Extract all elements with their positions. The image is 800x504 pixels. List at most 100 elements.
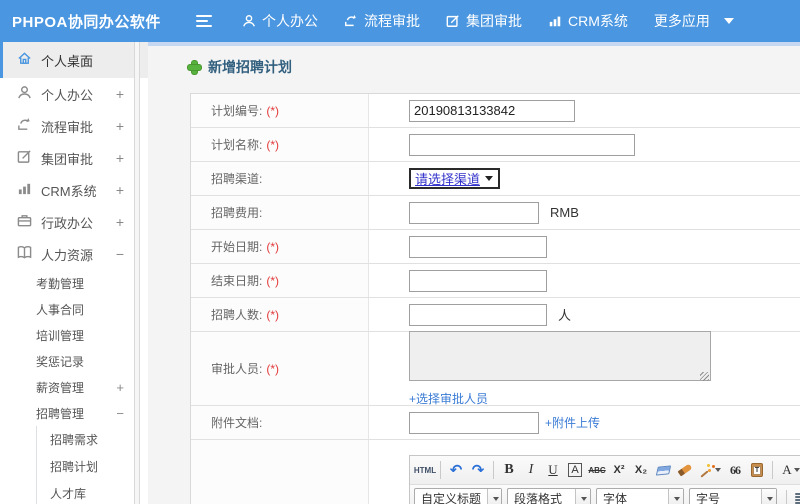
subscript-button[interactable]: X₂ bbox=[630, 460, 652, 481]
form-row-start-date: 开始日期: (*) bbox=[191, 230, 800, 264]
expand-plus-icon[interactable]: + bbox=[116, 380, 124, 395]
sidebar-item-attendance[interactable]: 考勤管理 bbox=[0, 270, 148, 296]
sidebar: 个人桌面 个人办公 + 流程审批 + 集团审批 + CRM系统 + 行政办公 + bbox=[0, 42, 148, 504]
add-plus-icon bbox=[188, 60, 201, 74]
bar-chart-icon bbox=[548, 14, 562, 28]
form-row-plan-no: 计划编号: (*) bbox=[191, 94, 800, 128]
sidebar-item-process-approval[interactable]: 流程审批 + bbox=[0, 110, 148, 142]
approver-textarea[interactable] bbox=[409, 330, 711, 381]
field-label: 开始日期: (*) bbox=[191, 230, 369, 263]
choose-approver-link[interactable]: +选择审批人员 bbox=[409, 390, 488, 407]
nav-personal-office[interactable]: 个人办公 bbox=[242, 11, 318, 31]
sidebar-item-personal-office[interactable]: 个人办公 + bbox=[0, 78, 148, 110]
collapse-minus-icon[interactable]: − bbox=[116, 406, 124, 421]
underline-button[interactable]: U bbox=[542, 460, 564, 481]
plan-no-input[interactable] bbox=[409, 99, 575, 122]
form-row-end-date: 结束日期: (*) bbox=[191, 264, 800, 298]
sidebar-item-hr-contract[interactable]: 人事合同 bbox=[0, 296, 148, 322]
form-row-fee: 招聘费用: RMB bbox=[191, 196, 800, 230]
paragraph-format-select[interactable]: 段落格式 bbox=[507, 488, 591, 504]
nav-crm-system[interactable]: CRM系统 bbox=[548, 11, 628, 31]
caret-down-icon bbox=[714, 468, 721, 472]
book-icon bbox=[17, 245, 41, 263]
redo-button[interactable]: ↷ bbox=[467, 460, 489, 481]
clipboard-icon: T bbox=[751, 463, 763, 477]
fee-input[interactable] bbox=[409, 201, 539, 224]
sidebar-scrollbar[interactable] bbox=[134, 42, 140, 504]
sidebar-item-recruit-demand[interactable]: 招聘需求 bbox=[37, 426, 148, 453]
eraser-button[interactable] bbox=[652, 460, 674, 481]
required-mark: (*) bbox=[266, 307, 280, 322]
select-caret-icon bbox=[485, 176, 494, 181]
sidebar-item-training[interactable]: 培训管理 bbox=[0, 322, 148, 348]
field-label: 招聘费用: bbox=[191, 196, 369, 229]
paste-button[interactable]: T bbox=[746, 460, 768, 481]
approval-edit-icon bbox=[446, 14, 460, 28]
collapse-minus-icon[interactable]: − bbox=[116, 246, 124, 262]
undo-button[interactable]: ↶ bbox=[445, 460, 467, 481]
field-label: 审批人员: (*) bbox=[191, 332, 369, 405]
field-label: 附件文档: bbox=[191, 406, 369, 439]
plan-name-input[interactable] bbox=[409, 133, 635, 156]
font-family-select[interactable]: 字体 bbox=[596, 488, 684, 504]
expand-plus-icon[interactable]: + bbox=[116, 86, 124, 102]
sidebar-item-admin-office[interactable]: 行政办公 + bbox=[0, 206, 148, 238]
required-mark: (*) bbox=[266, 239, 280, 254]
sidebar-item-group-approval[interactable]: 集团审批 + bbox=[0, 142, 148, 174]
field-label: 结束日期: (*) bbox=[191, 264, 369, 297]
custom-title-select[interactable]: 自定义标题 bbox=[414, 488, 502, 504]
user-icon bbox=[17, 85, 41, 103]
main-content: 新增招聘计划 计划编号:(*) 计划名称:(*) bbox=[148, 42, 800, 504]
user-icon bbox=[242, 14, 256, 28]
field-label bbox=[191, 440, 369, 504]
sidebar-item-hr[interactable]: 人力资源 − bbox=[0, 238, 148, 270]
app-window: PHPOA协同办公软件 个人办公 流程审批 集团审批 CRM系统 更多应用 个人… bbox=[0, 0, 800, 504]
attachment-input[interactable] bbox=[409, 411, 539, 434]
autotypeset-button[interactable]: A bbox=[568, 463, 582, 477]
attachment-upload-link[interactable]: +附件上传 bbox=[545, 414, 600, 431]
blockquote-button[interactable]: 66 bbox=[724, 460, 746, 481]
sidebar-item-desktop[interactable]: 个人桌面 bbox=[0, 42, 148, 78]
format-brush-button[interactable] bbox=[674, 460, 696, 481]
recruit-submenu: 招聘需求 招聘计划 人才库 bbox=[36, 426, 148, 504]
expand-plus-icon[interactable]: + bbox=[116, 182, 124, 198]
start-date-input[interactable] bbox=[409, 235, 547, 258]
home-icon bbox=[17, 51, 41, 69]
align-left-button[interactable] bbox=[791, 488, 800, 504]
superscript-button[interactable]: X² bbox=[608, 460, 630, 481]
font-color-button[interactable]: A bbox=[777, 460, 800, 481]
headcount-input[interactable] bbox=[409, 303, 547, 326]
nav-more-apps[interactable]: 更多应用 bbox=[654, 11, 734, 31]
caret-down-icon bbox=[668, 489, 683, 504]
strikethrough-button[interactable]: ABC bbox=[586, 460, 608, 481]
menu-toggle-icon[interactable] bbox=[196, 15, 212, 27]
nav-process-approval[interactable]: 流程审批 bbox=[344, 11, 420, 31]
caret-down-icon bbox=[575, 489, 590, 504]
channel-select[interactable]: 请选择渠道 bbox=[409, 168, 501, 189]
magic-wand-icon bbox=[700, 464, 713, 477]
sidebar-item-recruit-plan[interactable]: 招聘计划 bbox=[37, 453, 148, 480]
page-title: 新增招聘计划 bbox=[188, 57, 800, 77]
nav-group-approval[interactable]: 集团审批 bbox=[446, 11, 522, 31]
editor-toolbar-row2: 自定义标题 段落格式 字体 字号 ∞ bbox=[410, 484, 800, 504]
top-nav: 个人办公 流程审批 集团审批 CRM系统 更多应用 bbox=[242, 11, 760, 31]
process-icon bbox=[17, 117, 41, 135]
sidebar-item-rewards[interactable]: 奖惩记录 bbox=[0, 348, 148, 374]
end-date-input[interactable] bbox=[409, 269, 547, 292]
sidebar-item-crm[interactable]: CRM系统 + bbox=[0, 174, 148, 206]
autoclean-button[interactable] bbox=[696, 460, 724, 481]
italic-button[interactable]: I bbox=[520, 460, 542, 481]
font-size-select[interactable]: 字号 bbox=[689, 488, 777, 504]
sidebar-item-talent-pool[interactable]: 人才库 bbox=[37, 480, 148, 504]
align-left-icon bbox=[794, 493, 800, 504]
html-source-button[interactable]: HTML bbox=[414, 460, 436, 481]
expand-plus-icon[interactable]: + bbox=[116, 150, 124, 166]
resize-grip-icon[interactable] bbox=[700, 371, 709, 381]
bold-button[interactable]: B bbox=[498, 460, 520, 481]
sidebar-item-recruit-mgmt[interactable]: 招聘管理 − bbox=[0, 400, 148, 426]
sidebar-item-salary[interactable]: 薪资管理 + bbox=[0, 374, 148, 400]
expand-plus-icon[interactable]: + bbox=[116, 118, 124, 134]
bar-chart-icon bbox=[17, 181, 41, 199]
headcount-unit-label: 人 bbox=[558, 308, 572, 323]
expand-plus-icon[interactable]: + bbox=[116, 214, 124, 230]
